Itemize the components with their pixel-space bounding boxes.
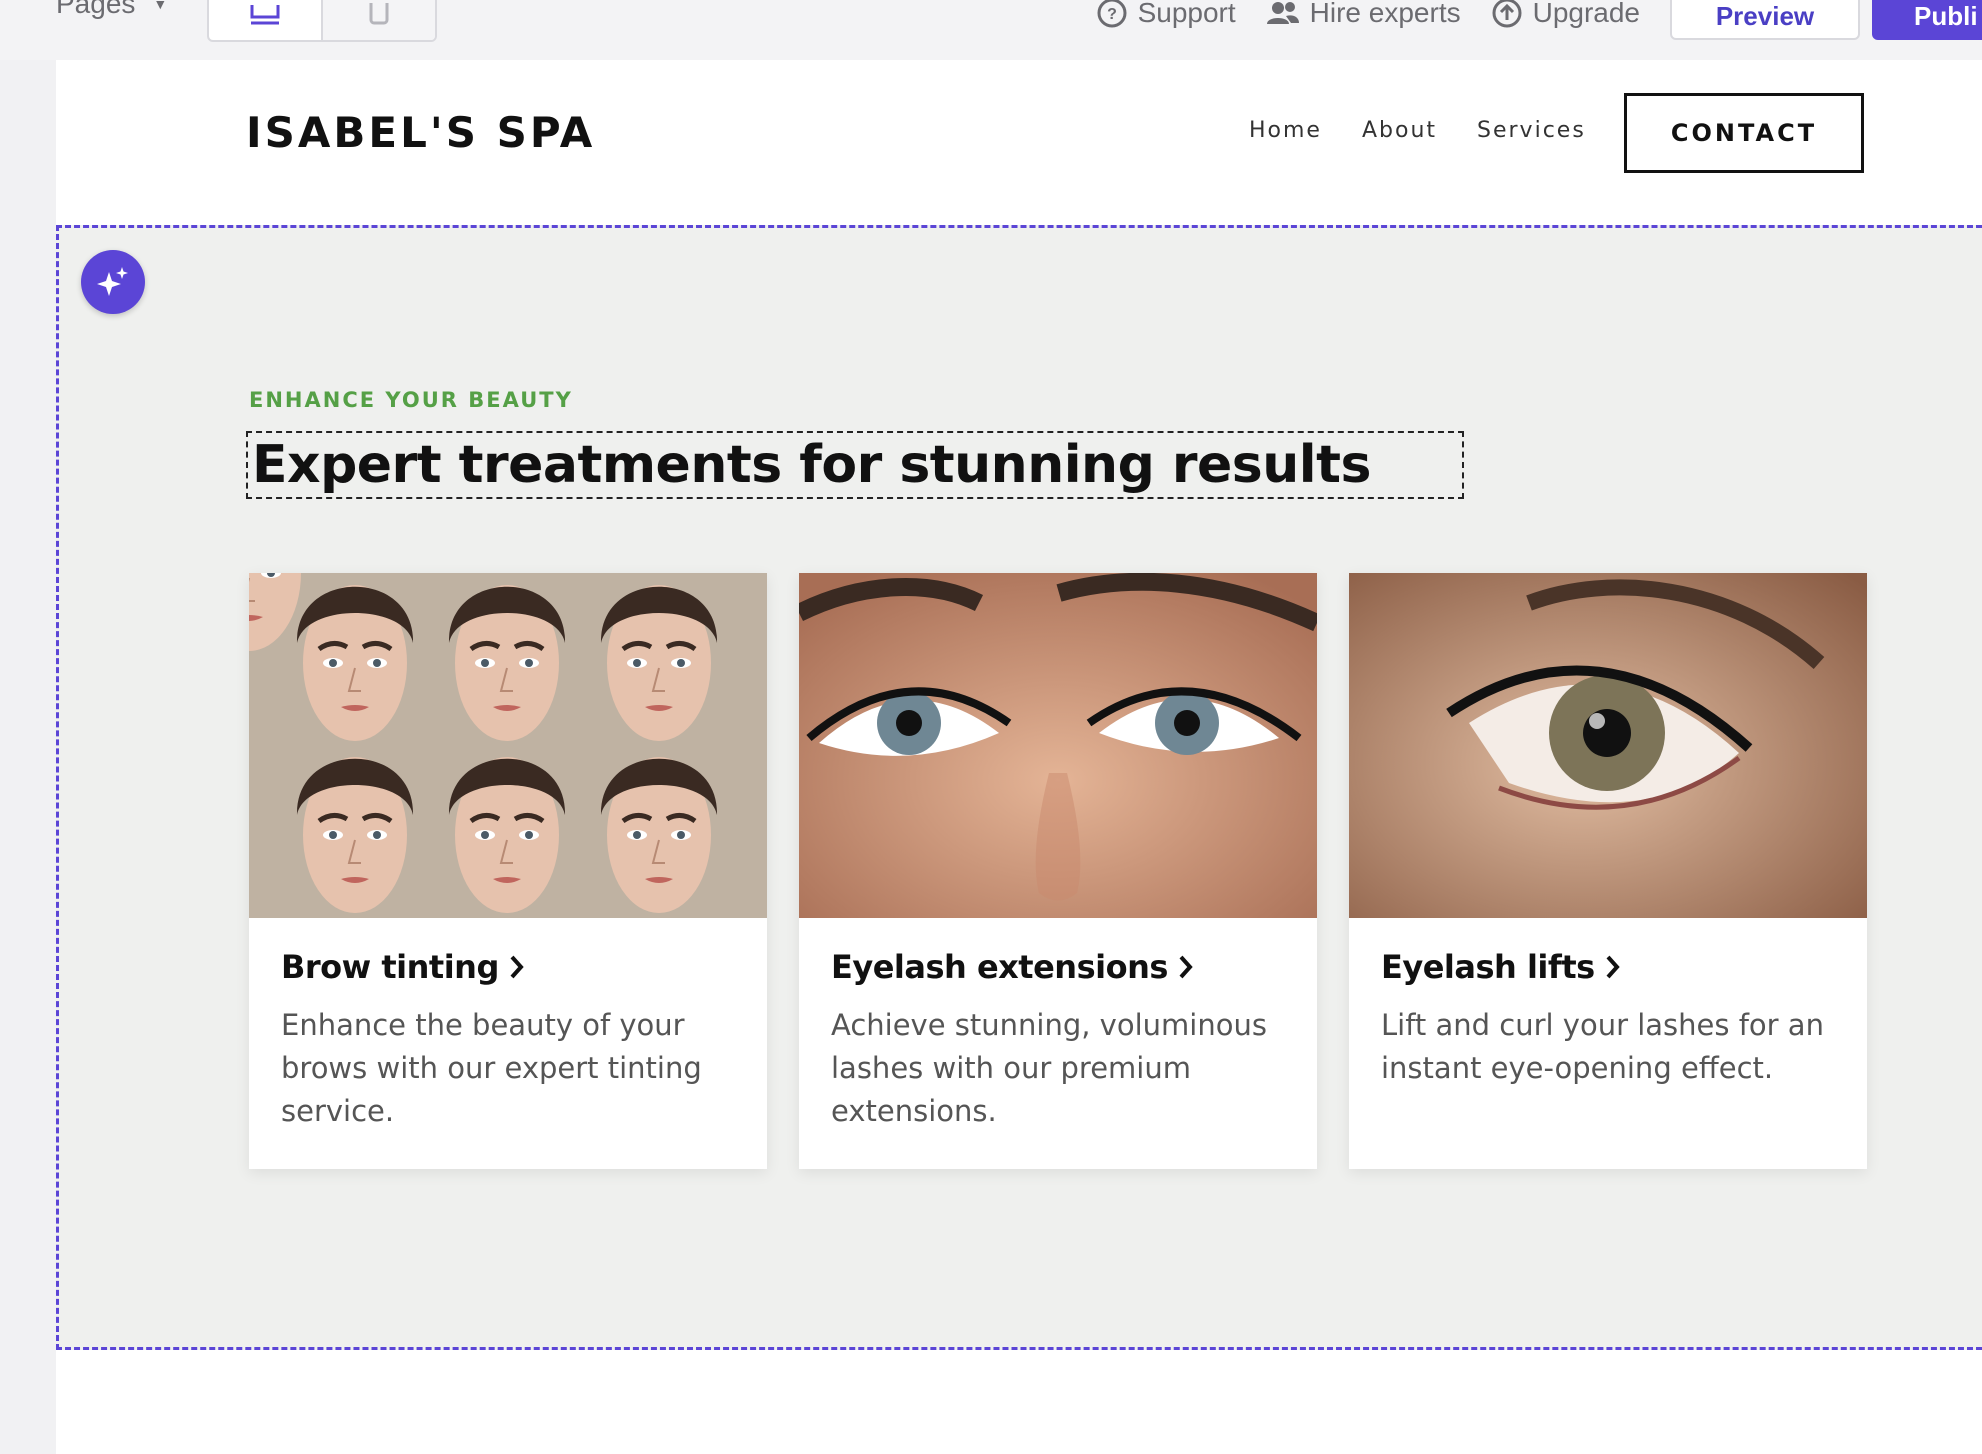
card-title[interactable]: Eyelash lifts xyxy=(1381,948,1835,986)
heading-selection-box[interactable]: Expert treatments for stunning results xyxy=(246,431,1464,499)
site-nav: Home About Services xyxy=(1249,118,1586,143)
upgrade-icon xyxy=(1492,0,1522,28)
site-canvas: ISABEL'S SPA Home About Services CONTACT… xyxy=(56,60,1982,1454)
card-description: Lift and curl your lashes for an instant… xyxy=(1381,1008,1824,1085)
card-description: Enhance the beauty of your brows with ou… xyxy=(281,1008,702,1128)
hire-experts-label: Hire experts xyxy=(1309,0,1461,28)
ai-assistant-button[interactable] xyxy=(81,250,145,314)
support-label: Support xyxy=(1137,0,1236,28)
publish-button[interactable]: Publi xyxy=(1872,0,1982,40)
card-title-text: Brow tinting xyxy=(281,948,499,986)
service-card-eyelash-lifts[interactable]: Eyelash lifts Lift and curl your lashes … xyxy=(1349,573,1867,1169)
nav-services[interactable]: Services xyxy=(1477,118,1586,143)
hire-experts-link[interactable]: Hire experts xyxy=(1266,0,1461,29)
question-circle-icon: ? xyxy=(1097,0,1127,28)
upgrade-link[interactable]: Upgrade xyxy=(1491,0,1640,29)
people-icon xyxy=(1266,2,1299,24)
site-header: ISABEL'S SPA Home About Services CONTACT xyxy=(56,60,1982,225)
desktop-icon xyxy=(250,5,280,25)
eyelash-lifts-image xyxy=(1349,573,1867,918)
card-title[interactable]: Brow tinting xyxy=(281,948,735,986)
editor-topbar: Pages ▼ ? Support Hire experts Upgrade P… xyxy=(0,0,1982,60)
contact-button[interactable]: CONTACT xyxy=(1624,93,1864,173)
desktop-view-button[interactable] xyxy=(209,0,321,40)
support-link[interactable]: ? Support xyxy=(1096,0,1236,29)
card-title-text: Eyelash lifts xyxy=(1381,948,1595,986)
service-card-brow-tinting[interactable]: Brow tinting Enhance the beauty of your … xyxy=(249,573,767,1169)
card-description: Achieve stunning, voluminous lashes with… xyxy=(831,1008,1267,1128)
editor-left-strip xyxy=(0,60,56,1454)
nav-home[interactable]: Home xyxy=(1249,118,1322,143)
eyelash-extensions-image xyxy=(799,573,1317,918)
sparkle-icon xyxy=(97,267,128,296)
svg-text:?: ? xyxy=(1107,6,1117,23)
pages-label: Pages xyxy=(56,0,136,19)
brow-tinting-image xyxy=(249,573,767,918)
site-brand[interactable]: ISABEL'S SPA xyxy=(246,108,595,157)
nav-about[interactable]: About xyxy=(1362,118,1437,143)
card-title-text: Eyelash extensions xyxy=(831,948,1168,986)
service-cards: Brow tinting Enhance the beauty of your … xyxy=(249,573,1867,1169)
pages-dropdown[interactable]: Pages ▼ xyxy=(56,0,167,20)
chevron-down-icon: ▼ xyxy=(153,0,168,12)
top-actions: ? Support Hire experts Upgrade Preview P… xyxy=(1096,0,1982,40)
upgrade-label: Upgrade xyxy=(1532,0,1640,28)
service-card-eyelash-extensions[interactable]: Eyelash extensions Achieve stunning, vol… xyxy=(799,573,1317,1169)
device-toggle xyxy=(207,0,437,42)
preview-button[interactable]: Preview xyxy=(1670,0,1860,40)
services-section[interactable]: ENHANCE YOUR BEAUTY Expert treatments fo… xyxy=(56,225,1982,1350)
section-heading[interactable]: Expert treatments for stunning results xyxy=(252,433,1371,497)
card-title[interactable]: Eyelash extensions xyxy=(831,948,1285,986)
section-eyebrow: ENHANCE YOUR BEAUTY xyxy=(249,388,573,412)
chevron-right-icon xyxy=(1179,955,1193,979)
chevron-right-icon xyxy=(510,955,524,979)
mobile-icon xyxy=(369,3,389,25)
mobile-view-button[interactable] xyxy=(321,0,435,40)
chevron-right-icon xyxy=(1606,955,1620,979)
